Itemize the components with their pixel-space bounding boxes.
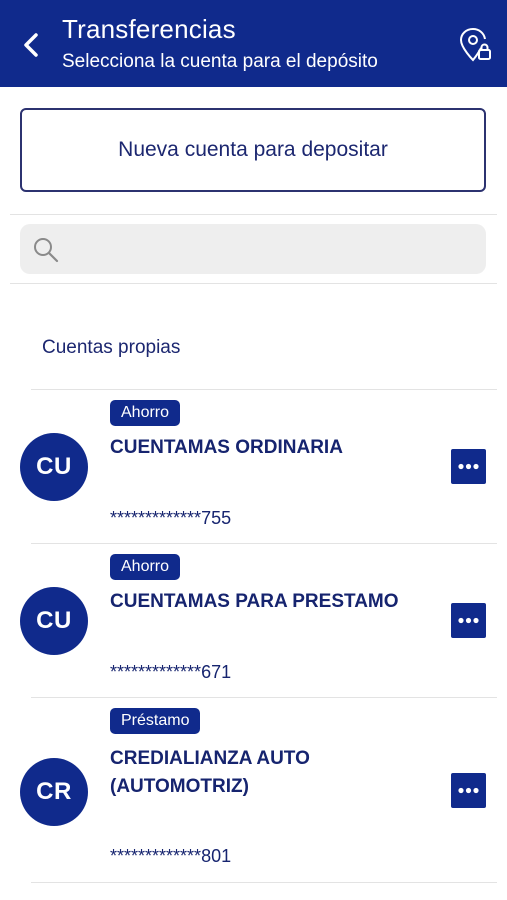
account-name: CUENTAMAS ORDINARIA [110, 437, 343, 458]
page-title: Transferencias [62, 14, 236, 44]
account-name: CREDIALIANZA AUTO (AUTOMOTRIZ) [110, 748, 310, 797]
app-header: Transferencias Selecciona la cuenta para… [0, 0, 507, 87]
new-account-button[interactable]: Nueva cuenta para depositar [20, 108, 486, 192]
account-number: *************671 [110, 662, 232, 682]
avatar: CU [20, 433, 88, 501]
more-dots-icon [458, 463, 479, 470]
account-type-badge: Ahorro [110, 400, 181, 426]
more-dots-icon [458, 617, 479, 624]
more-dots-icon [458, 787, 479, 794]
chevron-left-icon[interactable] [20, 30, 42, 60]
divider [31, 882, 497, 883]
page-subtitle: Selecciona la cuenta para el depósito [62, 51, 378, 72]
account-type-badge: Ahorro [110, 554, 181, 580]
account-item[interactable]: Ahorro CU CUENTAMAS ORDINARIA **********… [0, 390, 507, 544]
search-bar[interactable] [20, 224, 486, 274]
account-number: *************755 [110, 508, 232, 528]
more-options-button[interactable] [451, 449, 486, 484]
account-item[interactable]: Ahorro CU CUENTAMAS PARA PRESTAMO ******… [0, 544, 507, 698]
search-icon [34, 238, 59, 263]
divider [10, 283, 497, 284]
location-lock-icon[interactable] [458, 26, 492, 64]
account-number: *************801 [110, 846, 232, 866]
divider [10, 214, 497, 215]
more-options-button[interactable] [451, 773, 486, 808]
more-options-button[interactable] [451, 603, 486, 638]
account-item[interactable]: Préstamo CR CREDIALIANZA AUTO (AUTOMOTRI… [0, 698, 507, 883]
search-input[interactable] [72, 232, 472, 266]
avatar: CU [20, 587, 88, 655]
section-title: Cuentas propias [42, 337, 181, 358]
avatar: CR [20, 758, 88, 826]
account-name: CUENTAMAS PARA PRESTAMO [110, 591, 399, 612]
account-type-badge: Préstamo [110, 708, 201, 734]
